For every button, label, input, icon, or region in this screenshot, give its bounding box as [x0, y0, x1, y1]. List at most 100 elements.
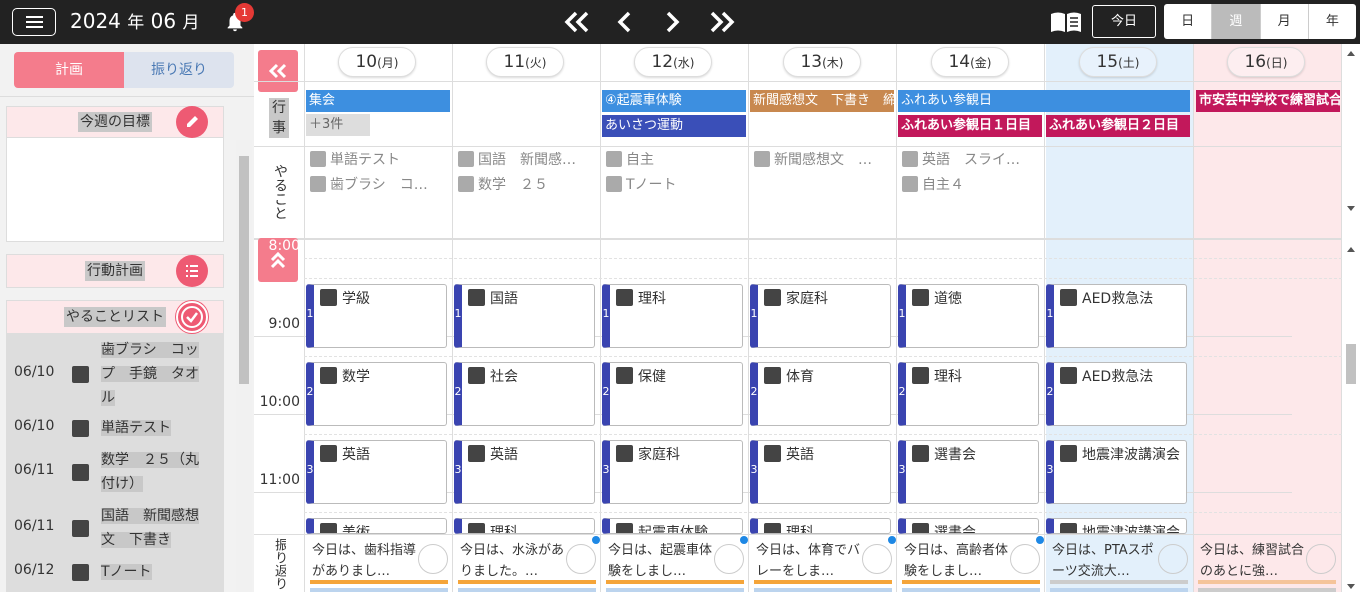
event-bar[interactable]: 市安芸中学校で練習試合	[1196, 90, 1340, 112]
day-todo-item[interactable]: 英語 スライ…	[902, 150, 1020, 170]
view-year-button[interactable]: 年	[1309, 4, 1356, 39]
review-cell[interactable]: 今日は、体育でバレーをしま…	[750, 536, 896, 592]
review-cell[interactable]: 今日は、PTAスポーツ交流大…	[1046, 536, 1192, 592]
checkbox-icon[interactable]	[1060, 523, 1077, 533]
day-todo-item[interactable]: 歯ブラシ コ…	[310, 175, 428, 195]
checkbox-icon[interactable]	[468, 367, 485, 384]
tab-plan[interactable]: 計画	[14, 52, 124, 88]
period-card[interactable]: 2 AED救急法	[1046, 362, 1187, 426]
checkbox-icon[interactable]	[764, 289, 781, 306]
event-bar[interactable]: 新聞感想文 下書き 締	[750, 90, 894, 112]
event-bar[interactable]: ふれあい参観日２日目	[1046, 115, 1190, 137]
next-week-chevron-icon[interactable]	[662, 10, 682, 34]
checkbox-icon[interactable]	[468, 523, 485, 533]
day-header-10[interactable]: 10(月)	[338, 47, 416, 77]
checkbox-icon[interactable]	[468, 445, 485, 462]
day-header-15[interactable]: 15(土)	[1079, 47, 1157, 77]
period-card[interactable]: 1 理科	[602, 284, 743, 348]
collapse-sidebar-button[interactable]	[258, 50, 298, 92]
checkbox-icon[interactable]	[468, 289, 485, 306]
prev-month-double-chevron-icon[interactable]	[563, 10, 591, 34]
checkbox-icon[interactable]	[912, 523, 929, 533]
checkbox-icon[interactable]	[616, 289, 633, 306]
review-cell[interactable]: 今日は、水泳がありました。…	[454, 536, 600, 592]
checkbox-icon[interactable]	[320, 445, 337, 462]
day-todo-item[interactable]: 新聞感想文 …	[754, 150, 872, 170]
event-bar[interactable]: あいさつ運動	[602, 115, 746, 137]
checkbox-icon[interactable]	[616, 367, 633, 384]
review-cell[interactable]: 今日は、高齢者体験をしまし…	[898, 536, 1044, 592]
action-plan-list-button[interactable]	[176, 255, 208, 287]
period-card[interactable]: 2 体育	[750, 362, 891, 426]
period-card[interactable]: 3 家庭科	[602, 440, 743, 504]
period-card[interactable]: 2 保健	[602, 362, 743, 426]
calendar-scrollbar[interactable]	[1342, 44, 1360, 592]
period-card[interactable]: 2 社会	[454, 362, 595, 426]
period-card[interactable]: 3 地震津波講演会	[1046, 440, 1187, 504]
review-cell[interactable]: 今日は、練習試合のあとに強…	[1194, 536, 1340, 592]
review-cell[interactable]: 今日は、起震車体験をしまし…	[602, 536, 748, 592]
period-card[interactable]: 2 理科	[898, 362, 1039, 426]
view-month-button[interactable]: 月	[1261, 4, 1309, 39]
day-todo-item[interactable]: 国語 新聞感…	[458, 150, 576, 170]
day-todo-item[interactable]: 自主４	[902, 175, 964, 195]
checkbox-icon[interactable]	[912, 445, 929, 462]
prev-week-chevron-icon[interactable]	[615, 10, 635, 34]
checkbox-icon[interactable]	[616, 445, 633, 462]
checkbox-icon[interactable]	[1060, 289, 1077, 306]
checkbox-icon[interactable]	[320, 523, 337, 533]
period-card[interactable]: 1 学級	[306, 284, 447, 348]
day-todo-item[interactable]: 単語テスト	[310, 150, 400, 170]
scroll-thumb[interactable]	[1346, 344, 1356, 384]
checkbox-icon[interactable]	[1060, 367, 1077, 384]
checkbox-icon[interactable]	[72, 464, 89, 481]
day-header-16[interactable]: 16(日)	[1227, 47, 1305, 77]
event-bar[interactable]: ふれあい参観日１日目	[898, 115, 1042, 137]
period-card[interactable]: 2 数学	[306, 362, 447, 426]
day-todo-item[interactable]: 自主	[606, 150, 654, 170]
view-day-button[interactable]: 日	[1164, 4, 1213, 39]
checkbox-icon[interactable]	[912, 367, 929, 384]
edit-goal-button[interactable]	[176, 106, 208, 138]
day-header-13[interactable]: 13(木)	[783, 47, 861, 77]
checkbox-icon[interactable]	[764, 367, 781, 384]
event-bar[interactable]: 集会	[306, 90, 450, 112]
checkbox-icon[interactable]	[1060, 445, 1077, 462]
checkbox-icon[interactable]	[72, 564, 89, 581]
day-header-11[interactable]: 11(火)	[486, 47, 564, 77]
today-button[interactable]: 今日	[1092, 5, 1156, 38]
next-month-double-chevron-icon[interactable]	[708, 10, 736, 34]
checkbox-icon[interactable]	[320, 289, 337, 306]
period-card[interactable]: 1 家庭科	[750, 284, 891, 348]
period-card[interactable]: 4地震津波講演会	[1046, 518, 1187, 534]
checkbox-icon[interactable]	[72, 420, 89, 437]
book-icon[interactable]	[1049, 10, 1083, 38]
menu-button[interactable]	[12, 8, 56, 36]
period-card[interactable]: 1 国語	[454, 284, 595, 348]
period-card[interactable]: 4理科	[750, 518, 891, 534]
checkbox-icon[interactable]	[72, 366, 89, 383]
event-bar[interactable]: ④起震車体験	[602, 90, 746, 112]
event-bar[interactable]: ふれあい参観日	[898, 90, 1190, 112]
day-todo-item[interactable]: Tノート	[606, 175, 677, 195]
period-card[interactable]: 4美術	[306, 518, 447, 534]
checkbox-icon[interactable]	[764, 445, 781, 462]
period-card[interactable]: 3 選書会	[898, 440, 1039, 504]
more-events-link[interactable]: ＋3件	[306, 114, 370, 136]
checkbox-icon[interactable]	[72, 520, 89, 537]
period-card[interactable]: 3 英語	[750, 440, 891, 504]
day-todo-item[interactable]: 数学 ２５	[458, 175, 548, 195]
period-card[interactable]: 4選書会	[898, 518, 1039, 534]
period-card[interactable]: 4起震車体験	[602, 518, 743, 534]
checkbox-icon[interactable]	[616, 523, 633, 533]
view-week-button[interactable]: 週	[1212, 4, 1261, 39]
todo-check-button[interactable]	[176, 301, 208, 333]
period-card[interactable]: 4理科	[454, 518, 595, 534]
day-header-14[interactable]: 14(金)	[931, 47, 1009, 77]
period-card[interactable]: 1 道徳	[898, 284, 1039, 348]
checkbox-icon[interactable]	[912, 289, 929, 306]
weekly-goal-body[interactable]	[6, 138, 224, 242]
period-card[interactable]: 1 AED救急法	[1046, 284, 1187, 348]
day-header-12[interactable]: 12(水)	[634, 47, 712, 77]
checkbox-icon[interactable]	[764, 523, 781, 533]
